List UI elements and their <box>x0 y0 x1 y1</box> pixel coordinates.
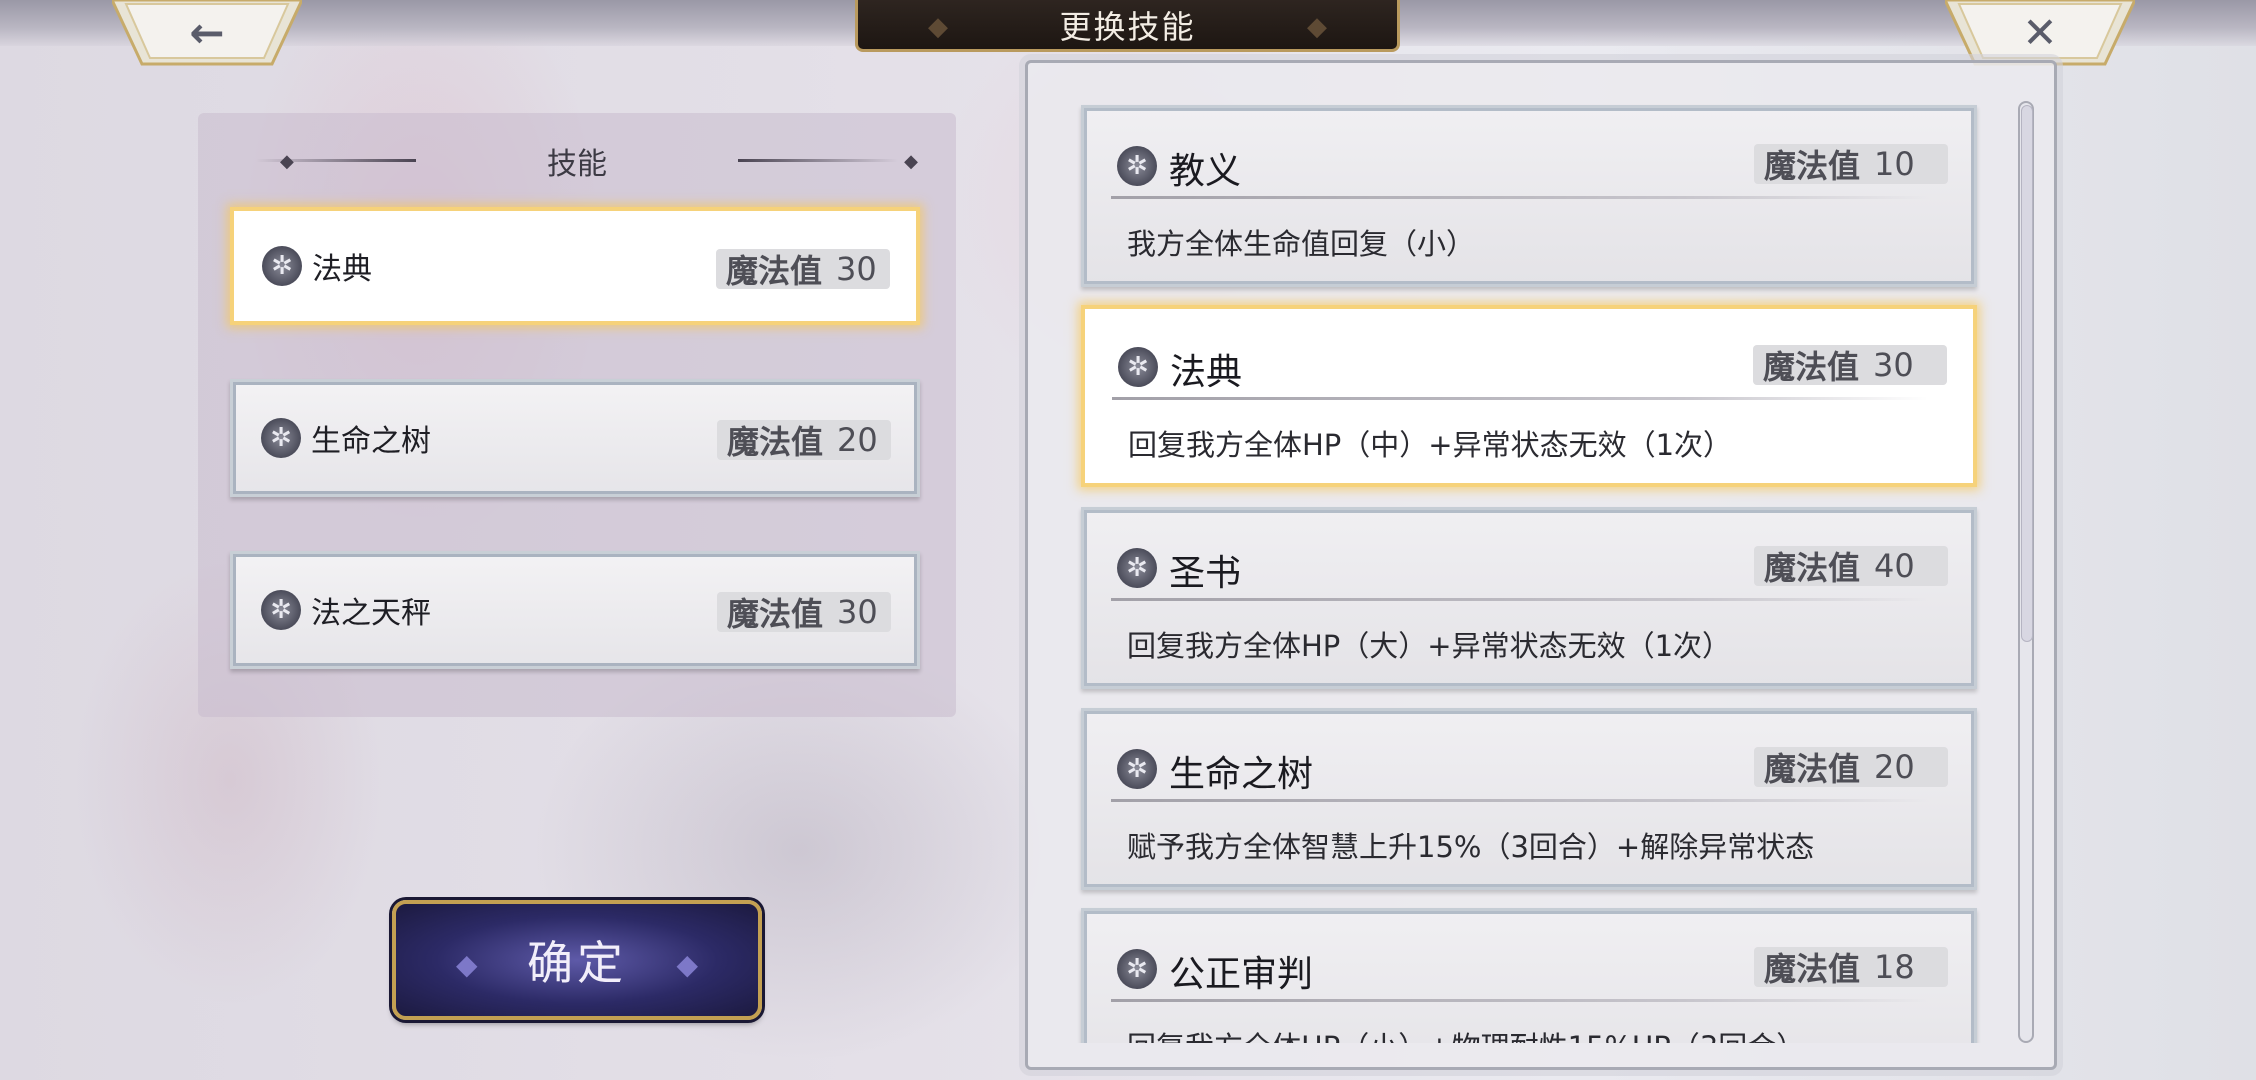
skill-name: 圣书 <box>1169 553 1242 594</box>
mp-value: 40 <box>1874 547 1915 585</box>
skill-emblem-icon: ✲ <box>1118 347 1158 387</box>
mp-cost-badge: 魔法值 18 <box>1754 947 1948 988</box>
skill-list-scrollbar[interactable] <box>2018 101 2034 1043</box>
equipped-skills-panel: ◆ 技能 ◆ ✲ 法典 魔法值 30 ✲ 生命之树 魔法值 20 ✲ 法之天秤 … <box>198 113 956 717</box>
close-button[interactable]: ✕ <box>1945 0 2135 66</box>
mp-label: 魔法值 <box>1764 950 1861 988</box>
mp-value: 30 <box>836 250 877 288</box>
skill-emblem-icon: ✲ <box>261 418 301 458</box>
header-ornament-right <box>738 159 898 162</box>
card-divider <box>1111 196 1929 199</box>
skill-name: 生命之树 <box>1169 754 1314 795</box>
skill-description: 我方全体生命值回复（小） <box>1127 227 1476 261</box>
skill-description: 回复我方全体HP（小）+物理耐性15%UP（3回合） <box>1127 1024 1805 1043</box>
skill-emblem-icon: ✲ <box>261 590 301 630</box>
mp-value: 30 <box>837 593 878 631</box>
skill-card[interactable]: ✲ 教义 魔法值 10 我方全体生命值回复（小） <box>1081 105 1977 287</box>
skill-card[interactable]: ✲ 法典 魔法值 30 回复我方全体HP（中）+异常状态无效（1次） <box>1081 305 1977 487</box>
title-plate: ◆ 更换技能 ◆ <box>855 0 1400 52</box>
card-divider <box>1111 799 1929 802</box>
skill-card[interactable]: ✲ 圣书 魔法值 40 回复我方全体HP（大）+异常状态无效（1次） <box>1081 507 1977 689</box>
mp-label: 魔法值 <box>727 595 824 633</box>
equipped-skill-slot-1[interactable]: ✲ 法典 魔法值 30 <box>230 207 920 325</box>
mp-label: 魔法值 <box>726 252 823 290</box>
mp-cost-badge: 魔法值 10 <box>1754 144 1948 185</box>
skill-description: 赋予我方全体智慧上升15%（3回合）+解除异常状态 <box>1127 830 1815 864</box>
confirm-button[interactable]: ◆ 确定 ◆ <box>392 900 762 1020</box>
confirm-wing-left: ◆ <box>456 948 478 981</box>
mp-label: 魔法值 <box>727 423 824 461</box>
skill-emblem-icon: ✲ <box>1117 548 1157 588</box>
skill-emblem-icon: ✲ <box>1117 949 1157 989</box>
title-decoration-right: ◆ <box>1307 12 1327 42</box>
mp-cost-badge: 魔法值 20 <box>717 420 891 461</box>
mp-label: 魔法值 <box>1763 348 1860 386</box>
confirm-wing-right: ◆ <box>676 948 698 981</box>
mp-value: 20 <box>1874 748 1915 786</box>
arrow-left-icon: ← <box>189 8 225 57</box>
skill-card[interactable]: ✲ 公正审判 魔法值 18 回复我方全体HP（小）+物理耐性15%UP（3回合） <box>1081 908 1977 1043</box>
skill-name: 法典 <box>1170 352 1243 393</box>
skill-name: 教义 <box>1169 151 1242 192</box>
equipped-skill-name: 法典 <box>312 252 372 287</box>
confirm-label: 确定 <box>527 936 627 990</box>
mp-cost-badge: 魔法值 30 <box>1753 345 1947 386</box>
skill-emblem-icon: ✲ <box>1117 749 1157 789</box>
close-icon: ✕ <box>2022 8 2058 57</box>
equipped-skill-slot-2[interactable]: ✲ 生命之树 魔法值 20 <box>230 379 920 497</box>
mp-cost-badge: 魔法值 40 <box>1754 546 1948 587</box>
back-button[interactable]: ← <box>112 0 302 66</box>
mp-cost-badge: 魔法值 30 <box>716 249 890 290</box>
skill-list-panel: ✲ 教义 魔法值 10 我方全体生命值回复（小） ✲ 法典 魔法值 30 回复我… <box>1025 60 2057 1070</box>
card-divider <box>1112 397 1928 400</box>
mp-value: 18 <box>1874 948 1915 986</box>
skill-description: 回复我方全体HP（大）+异常状态无效（1次） <box>1127 629 1732 663</box>
mp-cost-badge: 魔法值 30 <box>717 592 891 633</box>
skill-emblem-icon: ✲ <box>1117 146 1157 186</box>
title-decoration-left: ◆ <box>928 12 948 42</box>
mp-value: 30 <box>1873 346 1914 384</box>
header-diamond-left: ◆ <box>280 151 294 172</box>
skill-description: 回复我方全体HP（中）+异常状态无效（1次） <box>1128 428 1733 462</box>
card-divider <box>1111 598 1929 601</box>
skill-emblem-icon: ✲ <box>262 246 302 286</box>
mp-label: 魔法值 <box>1764 147 1861 185</box>
page-title: 更换技能 <box>1059 7 1196 46</box>
skill-name: 公正审判 <box>1169 954 1314 995</box>
mp-value: 20 <box>837 421 878 459</box>
mp-label: 魔法值 <box>1764 549 1861 587</box>
card-divider <box>1111 999 1929 1002</box>
mp-cost-badge: 魔法值 20 <box>1754 747 1948 788</box>
skill-list[interactable]: ✲ 教义 魔法值 10 我方全体生命值回复（小） ✲ 法典 魔法值 30 回复我… <box>1028 63 2054 1043</box>
mp-value: 10 <box>1874 145 1915 183</box>
equipped-skills-title: 技能 <box>547 147 607 182</box>
equipped-skill-slot-3[interactable]: ✲ 法之天秤 魔法值 30 <box>230 551 920 669</box>
skill-card[interactable]: ✲ 生命之树 魔法值 20 赋予我方全体智慧上升15%（3回合）+解除异常状态 <box>1081 708 1977 890</box>
equipped-skill-name: 生命之树 <box>311 424 431 459</box>
equipped-skills-header: ◆ 技能 ◆ <box>198 141 956 182</box>
header-diamond-right: ◆ <box>904 151 918 172</box>
mp-label: 魔法值 <box>1764 750 1861 788</box>
equipped-skill-name: 法之天秤 <box>311 596 431 631</box>
scrollbar-thumb[interactable] <box>2021 105 2033 642</box>
